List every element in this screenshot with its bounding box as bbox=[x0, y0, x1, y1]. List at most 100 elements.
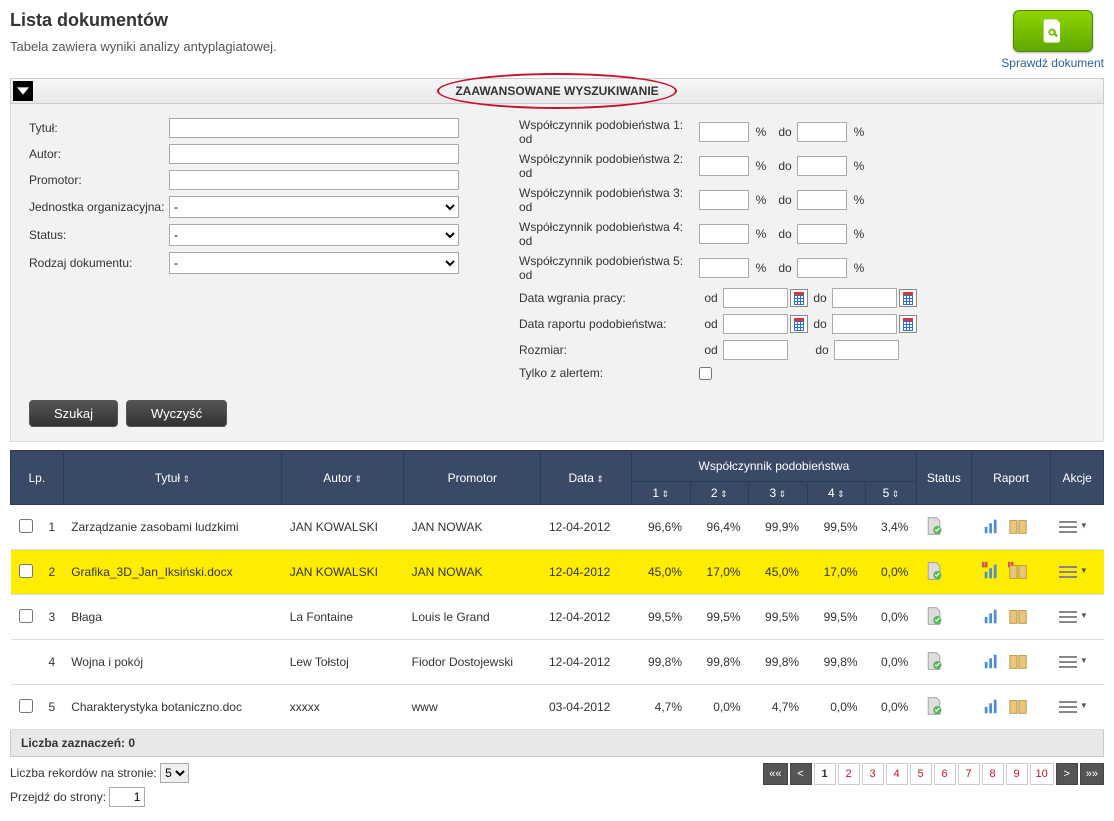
alert-only-checkbox[interactable] bbox=[699, 367, 712, 380]
size-to-input[interactable] bbox=[834, 340, 899, 360]
advanced-search-title: ZAAWANSOWANE WYSZUKIWANIE bbox=[455, 84, 658, 98]
report-book-button[interactable]: ! bbox=[1006, 560, 1030, 582]
report-bars-button[interactable]: ! bbox=[980, 560, 1004, 582]
size-from-input[interactable] bbox=[723, 340, 788, 360]
do-label: do bbox=[808, 291, 832, 305]
th-wp4[interactable]: 4 bbox=[807, 482, 866, 505]
wp3-to-input[interactable] bbox=[797, 190, 847, 210]
promotor-input[interactable] bbox=[169, 170, 459, 190]
th-wp2[interactable]: 2 bbox=[690, 482, 749, 505]
chevron-down-icon bbox=[17, 85, 29, 97]
report-bars-button[interactable] bbox=[980, 695, 1004, 717]
dropdown-arrow-icon: ▼ bbox=[1080, 566, 1088, 575]
goto-page-input[interactable] bbox=[109, 787, 145, 807]
od-label: od bbox=[699, 291, 723, 305]
row-actions[interactable]: ▼ bbox=[1051, 505, 1104, 550]
row-checkbox[interactable] bbox=[19, 609, 33, 623]
pager-page-9[interactable]: 9 bbox=[1006, 763, 1028, 785]
status-label: Status: bbox=[29, 228, 169, 242]
do-label: do bbox=[773, 227, 797, 241]
doctype-label: Rodzaj dokumentu: bbox=[29, 256, 169, 270]
wp5-from-input[interactable] bbox=[699, 258, 749, 278]
th-wp5[interactable]: 5 bbox=[866, 482, 917, 505]
report-book-button[interactable] bbox=[1006, 515, 1030, 537]
records-per-page-select[interactable]: 5 bbox=[160, 763, 189, 783]
row-actions[interactable]: ▼ bbox=[1051, 685, 1104, 730]
unit-select[interactable]: - bbox=[169, 196, 459, 218]
pager-page-5[interactable]: 5 bbox=[910, 763, 932, 785]
row-actions[interactable]: ▼ bbox=[1051, 550, 1104, 595]
report-bars-button[interactable] bbox=[980, 605, 1004, 627]
th-author[interactable]: Autor bbox=[282, 451, 404, 505]
row-status[interactable] bbox=[916, 640, 971, 685]
row-checkbox[interactable] bbox=[19, 564, 33, 578]
pager-page-1[interactable]: 1 bbox=[814, 763, 836, 785]
upload-date-to-input[interactable] bbox=[832, 288, 897, 308]
wp5-to-input[interactable] bbox=[797, 258, 847, 278]
upload-date-from-input[interactable] bbox=[723, 288, 788, 308]
row-status[interactable] bbox=[916, 505, 971, 550]
row-actions[interactable]: ▼ bbox=[1051, 640, 1104, 685]
pager-page-8[interactable]: 8 bbox=[982, 763, 1004, 785]
row-status[interactable] bbox=[916, 595, 971, 640]
row-wp3: 4,7% bbox=[749, 685, 808, 730]
row-title: Błaga bbox=[63, 595, 282, 640]
calendar-icon[interactable] bbox=[790, 289, 808, 307]
wp4-label: Współczynnik podobieństwa 4: od bbox=[519, 220, 699, 248]
report-date-from-input[interactable] bbox=[723, 314, 788, 334]
wp4-to-input[interactable] bbox=[797, 224, 847, 244]
report-book-button[interactable] bbox=[1006, 695, 1030, 717]
report-book-button[interactable] bbox=[1006, 650, 1030, 672]
status-select[interactable]: - bbox=[169, 224, 459, 246]
author-input[interactable] bbox=[169, 144, 459, 164]
pager-last[interactable]: »» bbox=[1080, 763, 1104, 785]
calendar-icon[interactable] bbox=[790, 315, 808, 333]
pager-page-10[interactable]: 10 bbox=[1030, 763, 1054, 785]
pager-page-4[interactable]: 4 bbox=[886, 763, 908, 785]
advanced-search-toggle[interactable] bbox=[13, 81, 33, 101]
th-wp3[interactable]: 3 bbox=[749, 482, 808, 505]
wp2-from-input[interactable] bbox=[699, 156, 749, 176]
selection-count: Liczba zaznaczeń: 0 bbox=[10, 730, 1104, 757]
wp1-to-input[interactable] bbox=[797, 122, 847, 142]
goto-page-label: Przejdź do strony: bbox=[10, 790, 106, 804]
th-date[interactable]: Data bbox=[541, 451, 632, 505]
th-wp1[interactable]: 1 bbox=[631, 482, 690, 505]
report-bars-button[interactable] bbox=[980, 650, 1004, 672]
row-date: 12-04-2012 bbox=[541, 595, 632, 640]
pager-page-3[interactable]: 3 bbox=[862, 763, 884, 785]
wp2-to-input[interactable] bbox=[797, 156, 847, 176]
row-wp5: 0,0% bbox=[866, 550, 917, 595]
calendar-icon[interactable] bbox=[899, 315, 917, 333]
report-bars-button[interactable] bbox=[980, 515, 1004, 537]
pager-prev[interactable]: < bbox=[790, 763, 812, 785]
calendar-icon[interactable] bbox=[899, 289, 917, 307]
row-status[interactable] bbox=[916, 550, 971, 595]
pager-page-2[interactable]: 2 bbox=[838, 763, 860, 785]
row-actions[interactable]: ▼ bbox=[1051, 595, 1104, 640]
th-actions[interactable]: Akcje bbox=[1051, 451, 1104, 505]
th-lp[interactable]: Lp. bbox=[11, 451, 64, 505]
th-promotor[interactable]: Promotor bbox=[404, 451, 541, 505]
pager-next[interactable]: > bbox=[1056, 763, 1078, 785]
th-title[interactable]: Tytuł bbox=[63, 451, 282, 505]
th-status[interactable]: Status bbox=[916, 451, 971, 505]
report-date-to-input[interactable] bbox=[832, 314, 897, 334]
report-book-button[interactable] bbox=[1006, 605, 1030, 627]
check-document-label: Sprawdź dokument bbox=[1001, 56, 1104, 70]
th-report[interactable]: Raport bbox=[971, 451, 1051, 505]
pager-first[interactable]: «« bbox=[763, 763, 787, 785]
row-checkbox[interactable] bbox=[19, 519, 33, 533]
search-button[interactable]: Szukaj bbox=[29, 400, 118, 427]
doctype-select[interactable]: - bbox=[169, 252, 459, 274]
title-input[interactable] bbox=[169, 118, 459, 138]
wp1-from-input[interactable] bbox=[699, 122, 749, 142]
pager-page-7[interactable]: 7 bbox=[958, 763, 980, 785]
row-checkbox[interactable] bbox=[19, 699, 33, 713]
check-document-button[interactable] bbox=[1013, 10, 1093, 52]
wp3-from-input[interactable] bbox=[699, 190, 749, 210]
row-status[interactable] bbox=[916, 685, 971, 730]
wp4-from-input[interactable] bbox=[699, 224, 749, 244]
pager-page-6[interactable]: 6 bbox=[934, 763, 956, 785]
clear-button[interactable]: Wyczyść bbox=[126, 400, 227, 427]
